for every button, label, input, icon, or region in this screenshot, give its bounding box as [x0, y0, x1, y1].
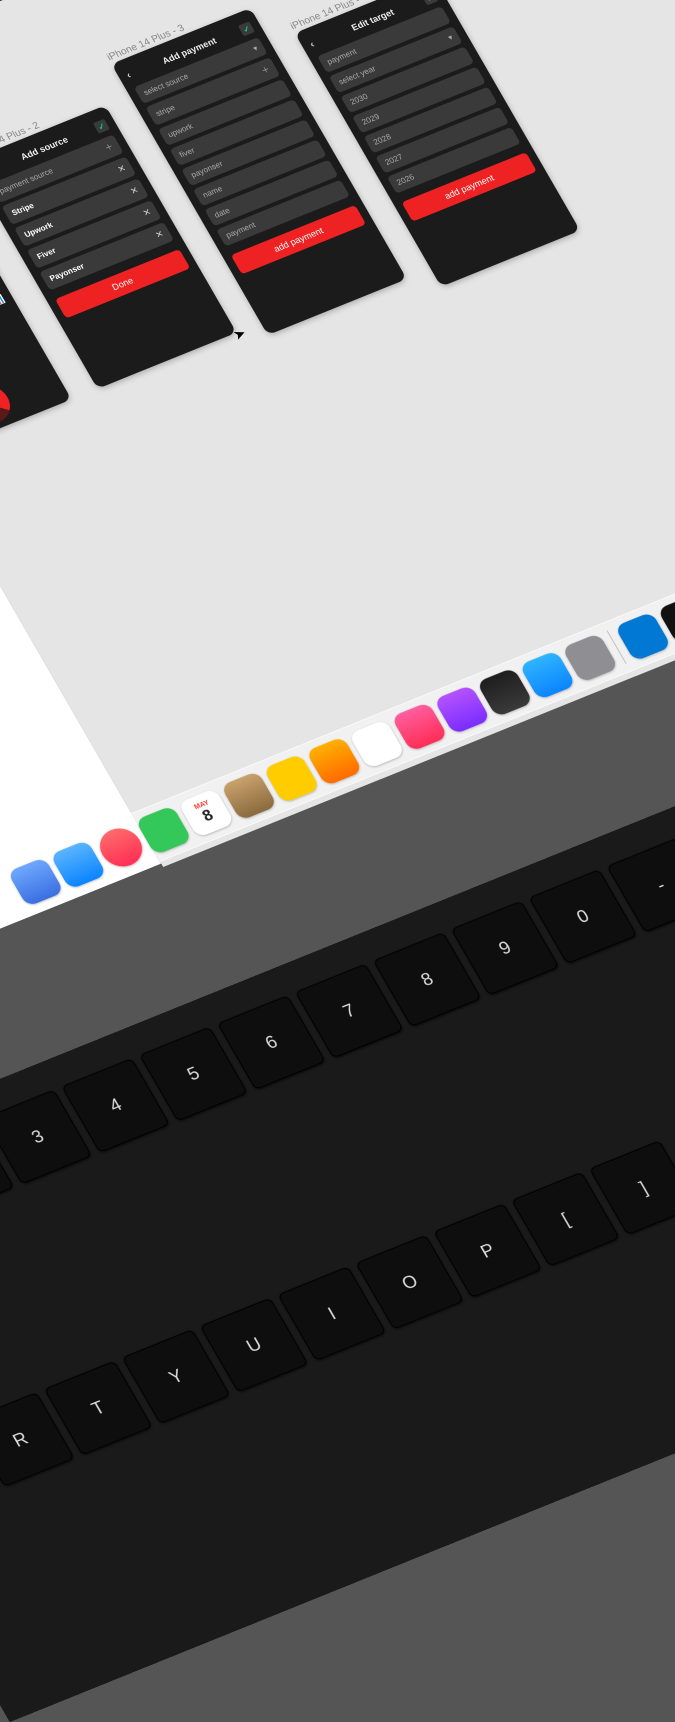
close-icon[interactable]: ✕ — [141, 207, 154, 219]
pie-chart — [0, 380, 18, 430]
close-icon[interactable]: ✕ — [154, 229, 167, 241]
back-icon[interactable]: ‹ — [308, 39, 317, 50]
cursor-icon: ➤ — [230, 325, 249, 344]
plus-icon[interactable]: ＋ — [259, 64, 272, 77]
close-icon[interactable]: ✕ — [128, 185, 141, 197]
chevron-down-icon: ▾ — [446, 33, 454, 42]
confirm-icon[interactable]: ✓ — [421, 0, 438, 5]
confirm-icon[interactable]: ✓ — [238, 21, 255, 36]
chart-icon[interactable]: 📊 — [0, 294, 7, 308]
confirm-icon[interactable]: ✓ — [93, 119, 110, 134]
plus-icon[interactable]: ＋ — [103, 141, 116, 154]
back-icon[interactable]: ‹ — [125, 70, 134, 81]
chevron-down-icon: ▾ — [251, 44, 259, 53]
close-icon[interactable]: ✕ — [116, 163, 129, 175]
